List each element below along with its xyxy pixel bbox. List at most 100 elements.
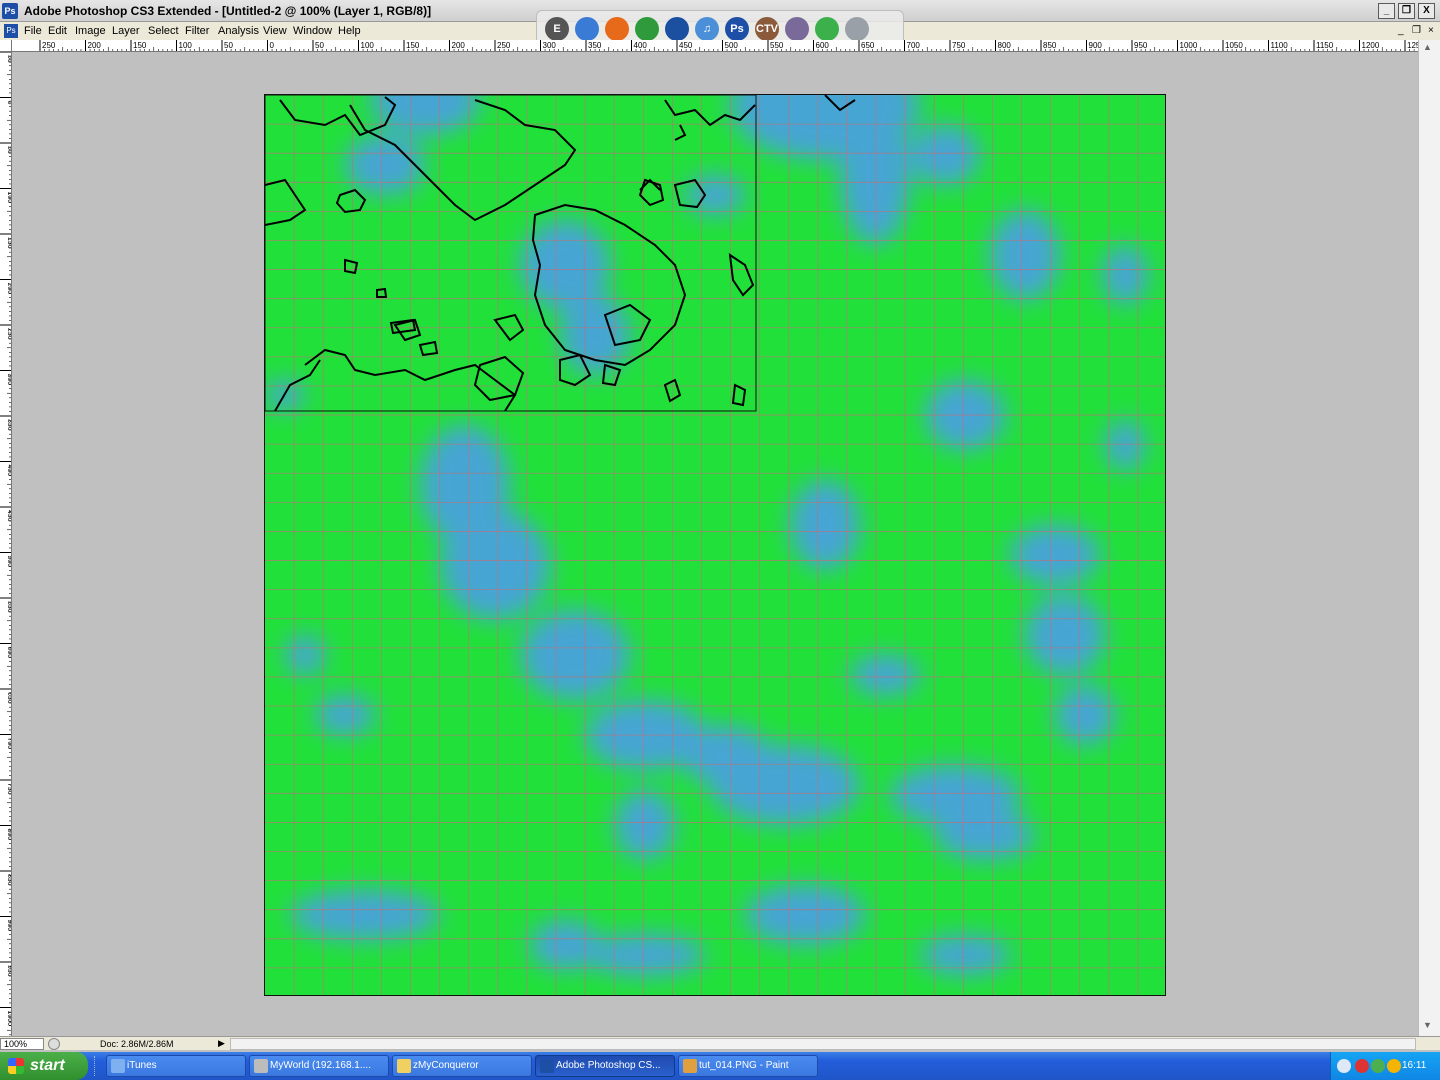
tray-messenger-icon[interactable] bbox=[1387, 1059, 1401, 1073]
status-bar: 100% Doc: 2.86M/2.86M ▶ bbox=[0, 1036, 1440, 1050]
document-icon[interactable]: Ps bbox=[4, 24, 18, 38]
taskbar-button-1[interactable]: MyWorld (192.168.1.... bbox=[249, 1055, 389, 1077]
vertical-scrollbar[interactable]: ▲ ▼ bbox=[1418, 40, 1440, 1036]
water-blob bbox=[1105, 420, 1145, 470]
ruler-label: 550 bbox=[770, 41, 784, 50]
water-blob bbox=[790, 480, 860, 570]
ruler-label: 200 bbox=[88, 41, 102, 50]
ruler-label: 300 bbox=[543, 41, 557, 50]
water-blob bbox=[440, 510, 550, 620]
horizontal-ruler[interactable]: 250 200 150 100 50 0 50 100 150 200 250 300 350 400 45… bbox=[12, 40, 1418, 52]
folder-icon bbox=[397, 1059, 411, 1073]
doc-restore-button[interactable]: ❐ bbox=[1412, 25, 1421, 36]
water-blob bbox=[585, 934, 705, 976]
tray-security-icon[interactable] bbox=[1355, 1059, 1369, 1073]
clock: 16:11 bbox=[1402, 1060, 1427, 1071]
maximize-button[interactable]: ❐ bbox=[1398, 3, 1415, 19]
vertical-ruler-ticks: 5005010015020025030035040045050055060065… bbox=[0, 52, 11, 1036]
ruler-label: 50 bbox=[224, 41, 233, 50]
ruler-label: 600 bbox=[816, 41, 830, 50]
ruler-label: 850 bbox=[1043, 41, 1057, 50]
tray-network-icon[interactable] bbox=[1371, 1059, 1385, 1073]
water-blob bbox=[560, 295, 630, 375]
diamond-icon[interactable] bbox=[815, 17, 839, 41]
tray-back-arrow-icon[interactable] bbox=[1337, 1059, 1351, 1073]
ruler-label: 50 bbox=[315, 41, 324, 50]
sims-icon[interactable] bbox=[785, 17, 809, 41]
zoom-level-field[interactable]: 100% bbox=[0, 1038, 44, 1050]
ruler-label: 1150 bbox=[1316, 41, 1334, 50]
photoshop-icon bbox=[540, 1059, 554, 1073]
water-blob bbox=[935, 810, 1035, 860]
menu-view[interactable]: View bbox=[263, 25, 287, 37]
ruler-label: 800 bbox=[998, 41, 1012, 50]
water-blob bbox=[290, 890, 440, 940]
ruler-label: 200 bbox=[452, 41, 466, 50]
ruler-corner[interactable] bbox=[0, 40, 12, 52]
taskbar-button-3[interactable]: Adobe Photoshop CS... bbox=[535, 1055, 675, 1077]
water-blob bbox=[1055, 685, 1115, 745]
water-blob bbox=[285, 635, 325, 675]
status-menu-arrow-icon[interactable]: ▶ bbox=[218, 1038, 225, 1049]
menu-analysis[interactable]: Analysis bbox=[218, 25, 259, 37]
water-blob bbox=[1025, 595, 1105, 675]
ruler-label: 450 bbox=[679, 41, 693, 50]
water-blob bbox=[920, 935, 1010, 975]
start-button[interactable]: start bbox=[0, 1052, 88, 1080]
ruler-label: 150 bbox=[406, 41, 420, 50]
menu-help[interactable]: Help bbox=[338, 25, 361, 37]
close-button[interactable]: X bbox=[1418, 3, 1435, 19]
taskbar-button-4[interactable]: tut_014.PNG - Paint bbox=[678, 1055, 818, 1077]
menu-edit[interactable]: Edit bbox=[48, 25, 67, 37]
water-blob bbox=[1010, 525, 1100, 585]
ruler-label: 1000 bbox=[1180, 41, 1198, 50]
taskbar-button-label: zMyConqueror bbox=[413, 1060, 479, 1071]
doc-minimize-button[interactable]: _ bbox=[1398, 25, 1404, 36]
status-info-icon[interactable] bbox=[48, 1038, 60, 1050]
taskbar-button-label: MyWorld (192.168.1.... bbox=[270, 1060, 371, 1071]
ruler-label: 700 bbox=[907, 41, 921, 50]
image-canvas[interactable] bbox=[264, 94, 1166, 996]
taskbar-button-label: iTunes bbox=[127, 1060, 157, 1071]
menu-file[interactable]: File bbox=[24, 25, 42, 37]
taskbar-button-0[interactable]: iTunes bbox=[106, 1055, 246, 1077]
horizontal-scrollbar[interactable] bbox=[230, 1038, 1416, 1050]
network-icon[interactable] bbox=[575, 17, 599, 41]
water-blob bbox=[710, 745, 860, 825]
scroll-down-arrow-icon[interactable]: ▼ bbox=[1423, 1020, 1432, 1030]
photoshop-app-icon[interactable]: Ps bbox=[2, 3, 18, 19]
ruler-label: 650 bbox=[861, 41, 875, 50]
doc-close-button[interactable]: × bbox=[1428, 25, 1434, 36]
menu-select[interactable]: Select bbox=[148, 25, 179, 37]
earth-icon[interactable] bbox=[665, 17, 689, 41]
photoshop-icon[interactable]: Ps bbox=[725, 17, 749, 41]
menu-layer[interactable]: Layer bbox=[112, 25, 140, 37]
menu-window[interactable]: Window bbox=[293, 25, 332, 37]
vertical-ruler[interactable]: 5005010015020025030035040045050055060065… bbox=[0, 52, 12, 1036]
taskbar-button-2[interactable]: zMyConqueror bbox=[392, 1055, 532, 1077]
water-blob bbox=[615, 790, 675, 860]
firefox-icon[interactable] bbox=[605, 17, 629, 41]
itunes-icon[interactable]: ♫ bbox=[695, 17, 719, 41]
ruler-label: 900 bbox=[1089, 41, 1103, 50]
windows-taskbar: start iTunes MyWorld (192.168.1.... zMyCon… bbox=[0, 1052, 1440, 1080]
recycle-bin-icon[interactable] bbox=[845, 17, 869, 41]
ctv-icon[interactable]: CTV bbox=[755, 17, 779, 41]
terrain-map-image bbox=[265, 95, 1165, 995]
ruler-label: 1250 bbox=[1407, 41, 1418, 50]
menu-image[interactable]: Image bbox=[75, 25, 106, 37]
menu-filter[interactable]: Filter bbox=[185, 25, 209, 37]
water-blob bbox=[1102, 245, 1148, 305]
quick-launch-grip[interactable] bbox=[94, 1056, 97, 1076]
water-blob bbox=[345, 135, 425, 195]
globe-icon[interactable] bbox=[635, 17, 659, 41]
scroll-up-arrow-icon[interactable]: ▲ bbox=[1423, 42, 1432, 52]
ruler-label: 100 bbox=[361, 41, 375, 50]
e-letters-icon[interactable]: E bbox=[545, 17, 569, 41]
ruler-label: 1100 bbox=[1271, 41, 1289, 50]
windows-logo-icon bbox=[8, 1058, 24, 1074]
ruler-label: 400 bbox=[634, 41, 648, 50]
taskbar-button-label: Adobe Photoshop CS... bbox=[556, 1060, 661, 1071]
minimize-button[interactable]: _ bbox=[1378, 3, 1395, 19]
water-blob bbox=[910, 125, 980, 185]
